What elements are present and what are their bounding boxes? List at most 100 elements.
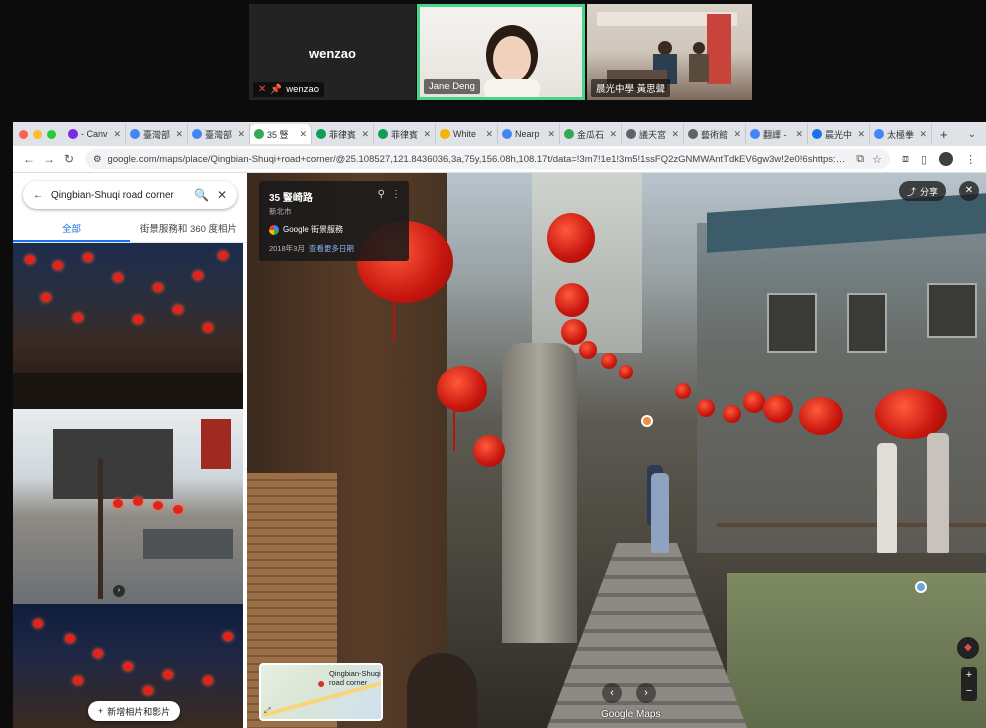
search-icon[interactable]: 🔍 (194, 188, 209, 202)
street-view-navigation: ‹ › (602, 683, 656, 703)
tab-street-view[interactable]: 街景服務和 360 度相片 (130, 221, 247, 242)
browser-tab[interactable]: 晨光中 ✕ (808, 124, 870, 144)
tab-label: Nearp (515, 129, 540, 139)
mini-map[interactable]: ● Qingbian-Shuqi road corner ⤢ (259, 663, 383, 721)
tab-close-icon[interactable]: ✕ (795, 129, 803, 140)
photo-thumbnail-2[interactable]: › (13, 409, 243, 604)
browser-tab[interactable]: 翻譯 - ✕ (746, 124, 808, 144)
search-query[interactable]: Qingbian-Shuqi road corner (51, 190, 186, 201)
compass-icon[interactable]: ◆ (957, 637, 979, 659)
extensions-icon[interactable]: ⧈ (902, 153, 909, 166)
navigate-left-icon[interactable]: ‹ (602, 683, 622, 703)
back-button[interactable]: ← (19, 152, 39, 166)
tab-label: 藝術館 (701, 129, 729, 140)
sv-region: 新北市 (269, 207, 292, 216)
rock-wall (502, 343, 577, 643)
tab-close-icon[interactable]: ✕ (609, 129, 617, 140)
tab-favicon-icon (688, 129, 698, 139)
clear-search-icon[interactable]: ✕ (217, 188, 227, 202)
participant-label-text: 晨光中學 黃思聲 (596, 84, 666, 95)
tab-close-icon[interactable]: ✕ (237, 129, 245, 140)
tab-label: 議天宮 (639, 129, 667, 140)
sv-more-dates-link[interactable]: 查看更多日期 (309, 244, 354, 253)
tab-label: 晨光中 (825, 129, 853, 140)
browser-tab[interactable]: 菲律賓 ✕ (374, 124, 436, 144)
add-photo-button[interactable]: + 新增相片和影片 (88, 701, 181, 721)
url-field[interactable]: ⚙ google.com/maps/place/Qingbian-Shuqi+r… (85, 149, 890, 169)
add-photo-label: 新增相片和影片 (107, 706, 171, 717)
sidebar-icon[interactable]: ▯ (921, 153, 927, 166)
tab-favicon-icon (874, 129, 884, 139)
browser-tab[interactable]: 臺灣部 ✕ (188, 124, 250, 144)
tab-favicon-icon (440, 129, 450, 139)
zoom-control: + − (961, 667, 977, 701)
photo-tabs: 全部 街景服務和 360 度相片 (13, 221, 247, 243)
browser-menu-icon[interactable]: ⋮ (965, 153, 976, 166)
tab-close-icon[interactable]: ✕ (175, 129, 183, 140)
browser-tab[interactable]: 議天宮 ✕ (622, 124, 684, 144)
browser-window: - Canv ✕ 臺灣部 ✕ 臺灣部 ✕ 35 豎 ✕ 菲律賓 ✕ 菲律賓 ✕ White ✕ Nearp ✕… (13, 122, 986, 728)
pin-icon: 📌 (270, 84, 283, 95)
tab-close-icon[interactable]: ✕ (547, 129, 555, 140)
tab-search-icon[interactable]: ⌄ (968, 129, 976, 140)
close-street-view-button[interactable]: ✕ (959, 181, 979, 201)
zoom-out-button[interactable]: − (961, 683, 977, 699)
location-marker-icon[interactable] (915, 581, 927, 593)
tab-close-icon[interactable]: ✕ (733, 129, 741, 140)
new-tab-button[interactable]: + (932, 127, 956, 142)
minimize-window-button[interactable] (33, 129, 42, 139)
tab-favicon-icon (502, 129, 512, 139)
forward-button[interactable]: → (39, 152, 59, 166)
more-options-icon[interactable]: ⋮ (391, 189, 401, 200)
tab-all[interactable]: 全部 (13, 221, 130, 242)
tab-favicon-icon (192, 129, 202, 139)
tab-close-icon[interactable]: ✕ (361, 129, 369, 140)
share-label: 分享 (920, 186, 939, 197)
profile-avatar[interactable] (939, 152, 954, 166)
zoom-in-button[interactable]: + (961, 667, 977, 683)
tab-close-icon[interactable]: ✕ (485, 129, 493, 140)
tab-favicon-icon (130, 129, 140, 139)
screen: wenzao ✕ 📌 wenzao Jane Deng 晨光中學 黃思聲 - C… (0, 0, 986, 728)
tab-label: 35 豎 (267, 129, 289, 140)
share-button[interactable]: ⤴ 分享 (899, 181, 947, 201)
tab-close-icon[interactable]: ✕ (857, 129, 865, 140)
hillside (727, 573, 986, 728)
site-info-icon[interactable]: ⚙ (93, 154, 102, 165)
tab-close-icon[interactable]: ✕ (919, 129, 927, 140)
browser-tab[interactable]: 金瓜石 ✕ (560, 124, 622, 144)
browser-tab[interactable]: 菲律賓 ✕ (312, 124, 374, 144)
browser-tab[interactable]: 太極拳 ✕ (870, 124, 932, 144)
tab-close-icon[interactable]: ✕ (671, 129, 679, 140)
browser-tab[interactable]: 35 豎 ✕ (250, 124, 312, 144)
bookmark-star-icon[interactable]: ☆ (872, 153, 882, 166)
tab-close-icon[interactable]: ✕ (299, 129, 307, 140)
street-view[interactable]: 35 豎崎路 新北市 Google 街景服務 2018年3月 查看更多日期 ⚲ ⋮… (247, 173, 986, 728)
tab-label: - Canv (81, 129, 108, 139)
tab-favicon-icon (316, 129, 326, 139)
tab-favicon-icon (68, 129, 78, 139)
expand-map-icon[interactable]: ⤢ (264, 706, 270, 716)
browser-tab[interactable]: Nearp ✕ (498, 124, 560, 144)
maximize-window-button[interactable] (47, 129, 56, 139)
browser-tab[interactable]: 臺灣部 ✕ (126, 124, 188, 144)
map-pin-icon[interactable]: ⚲ (378, 189, 385, 200)
reload-button[interactable]: ↻ (59, 152, 79, 166)
browser-tab[interactable]: 藝術館 ✕ (684, 124, 746, 144)
participant-tile-school[interactable]: 晨光中學 黃思聲 (587, 4, 752, 100)
carousel-next-icon[interactable]: › (113, 585, 125, 597)
photo-marker-icon[interactable] (641, 415, 653, 427)
browser-tab[interactable]: - Canv ✕ (64, 124, 126, 144)
participant-tile-wenzao[interactable]: wenzao ✕ 📌 wenzao (249, 4, 416, 100)
browser-tab[interactable]: White ✕ (436, 124, 498, 144)
back-arrow-icon[interactable]: ← (33, 190, 43, 201)
close-window-button[interactable] (19, 129, 28, 139)
participant-tile-jane[interactable]: Jane Deng (417, 4, 585, 100)
street-view-info-card: 35 豎崎路 新北市 Google 街景服務 2018年3月 查看更多日期 ⚲ ⋮ (259, 181, 409, 261)
maps-search-box[interactable]: ← Qingbian-Shuqi road corner 🔍 ✕ (23, 181, 237, 209)
photo-thumbnail-1[interactable] (13, 243, 243, 409)
tab-close-icon[interactable]: ✕ (113, 129, 121, 140)
navigate-right-icon[interactable]: › (636, 683, 656, 703)
cast-icon[interactable]: ⧉ (856, 153, 864, 166)
tab-close-icon[interactable]: ✕ (423, 129, 431, 140)
